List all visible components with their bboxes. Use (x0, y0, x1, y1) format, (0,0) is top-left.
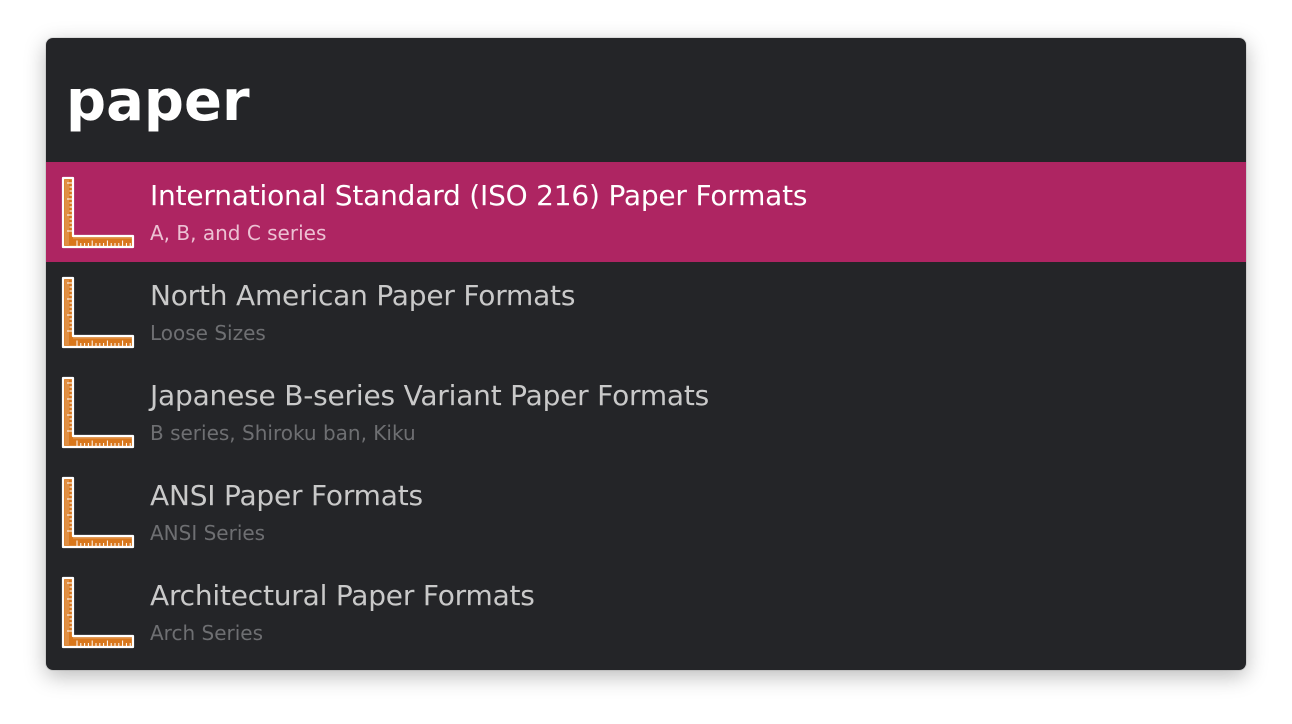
launcher-window: International Standard (ISO 216) Paper F… (46, 38, 1246, 670)
ruler-square-icon (61, 176, 135, 249)
result-subtitle: B series, Shiroku ban, Kiku (150, 421, 416, 445)
ruler-square-icon (61, 576, 135, 649)
result-subtitle: ANSI Series (150, 521, 266, 545)
result-subtitle: Loose Sizes (150, 321, 266, 345)
result-item-ansi[interactable]: ANSI Paper Formats ANSI Series (46, 462, 1246, 562)
search-input[interactable] (66, 64, 1226, 140)
result-title: Japanese B-series Variant Paper Formats (150, 379, 710, 412)
result-title: North American Paper Formats (150, 279, 576, 312)
ruler-square-icon (61, 376, 135, 449)
result-item-architectural[interactable]: Architectural Paper Formats Arch Series (46, 562, 1246, 662)
results-list: International Standard (ISO 216) Paper F… (46, 162, 1246, 662)
result-subtitle: Arch Series (150, 621, 263, 645)
result-title: International Standard (ISO 216) Paper F… (150, 179, 808, 212)
result-item-iso-216[interactable]: International Standard (ISO 216) Paper F… (46, 162, 1246, 262)
ruler-square-icon (61, 276, 135, 349)
result-subtitle: A, B, and C series (150, 221, 327, 245)
result-item-japanese-b-series[interactable]: Japanese B-series Variant Paper Formats … (46, 362, 1246, 462)
result-title: ANSI Paper Formats (150, 479, 423, 512)
result-item-north-american[interactable]: North American Paper Formats Loose Sizes (46, 262, 1246, 362)
result-title: Architectural Paper Formats (150, 579, 535, 612)
search-bar (46, 38, 1246, 162)
ruler-square-icon (61, 476, 135, 549)
